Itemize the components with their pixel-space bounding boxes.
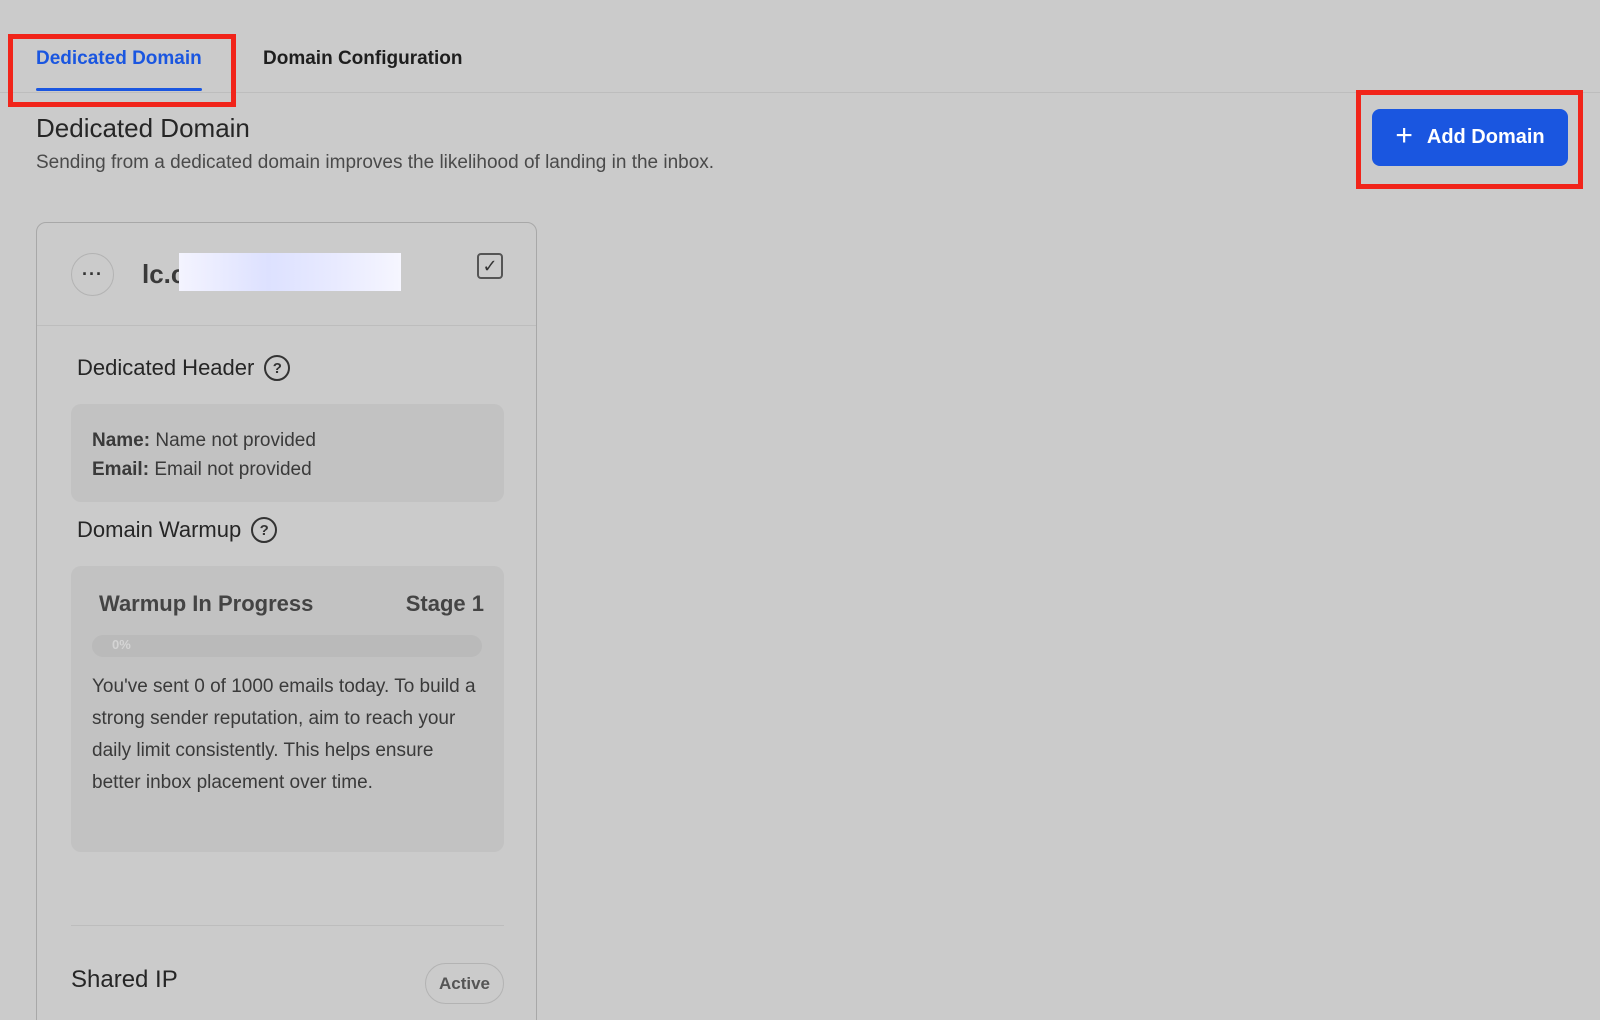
dedicated-header-section-title: Dedicated Header ?: [77, 355, 291, 381]
tab-label: Domain Configuration: [263, 48, 463, 69]
check-icon: ✓: [482, 255, 498, 276]
add-domain-label: Add Domain: [1426, 126, 1545, 148]
dedicated-header-info: Name: Name not provided Email: Email not…: [71, 404, 504, 502]
domain-card-header: ··· lc.c n ✓: [37, 223, 536, 326]
name-row: Name: Name not provided: [92, 426, 483, 455]
warmup-status: Warmup In Progress: [99, 591, 314, 616]
email-value: Email not provided: [154, 459, 312, 480]
domain-select-checkbox[interactable]: ✓: [477, 253, 503, 279]
help-icon[interactable]: ?: [264, 355, 291, 381]
section-title-text: Domain Warmup: [77, 517, 242, 542]
active-tab-underline: [36, 88, 202, 91]
tab-dedicated-domain[interactable]: Dedicated Domain: [36, 48, 202, 91]
email-row: Email: Email not provided: [92, 455, 483, 484]
name-label: Name:: [92, 430, 151, 451]
domain-warmup-section-title: Domain Warmup ?: [77, 517, 278, 543]
plus-icon: +: [1395, 119, 1413, 152]
page-subtitle: Sending from a dedicated domain improves…: [36, 152, 715, 173]
tab-label: Dedicated Domain: [36, 48, 202, 69]
page-title: Dedicated Domain: [36, 113, 250, 143]
divider: [71, 925, 504, 926]
more-options-icon[interactable]: ···: [71, 253, 114, 296]
email-label: Email:: [92, 459, 150, 480]
redacted-domain-overlay: [179, 253, 401, 291]
status-badge: Active: [425, 963, 504, 1004]
ip-type-label: Shared IP: [71, 966, 178, 993]
tab-domain-configuration[interactable]: Domain Configuration: [263, 48, 462, 70]
warmup-stage: Stage 1: [405, 591, 484, 616]
add-domain-button[interactable]: + Add Domain: [1372, 109, 1568, 166]
section-title-text: Dedicated Header: [77, 355, 255, 380]
warmup-panel: Warmup In Progress Stage 1 0% You've sen…: [71, 566, 504, 852]
warmup-progress-bar: 0%: [92, 635, 482, 657]
progress-label: 0%: [112, 637, 131, 652]
warmup-description: You've sent 0 of 1000 emails today. To b…: [92, 676, 476, 793]
help-icon[interactable]: ?: [251, 517, 278, 543]
name-value: Name not provided: [155, 430, 316, 451]
tab-bar: Dedicated Domain Domain Configuration: [0, 0, 1600, 93]
domain-card: ··· lc.c n ✓ Dedicated Header ? Name: Na…: [36, 222, 537, 1020]
